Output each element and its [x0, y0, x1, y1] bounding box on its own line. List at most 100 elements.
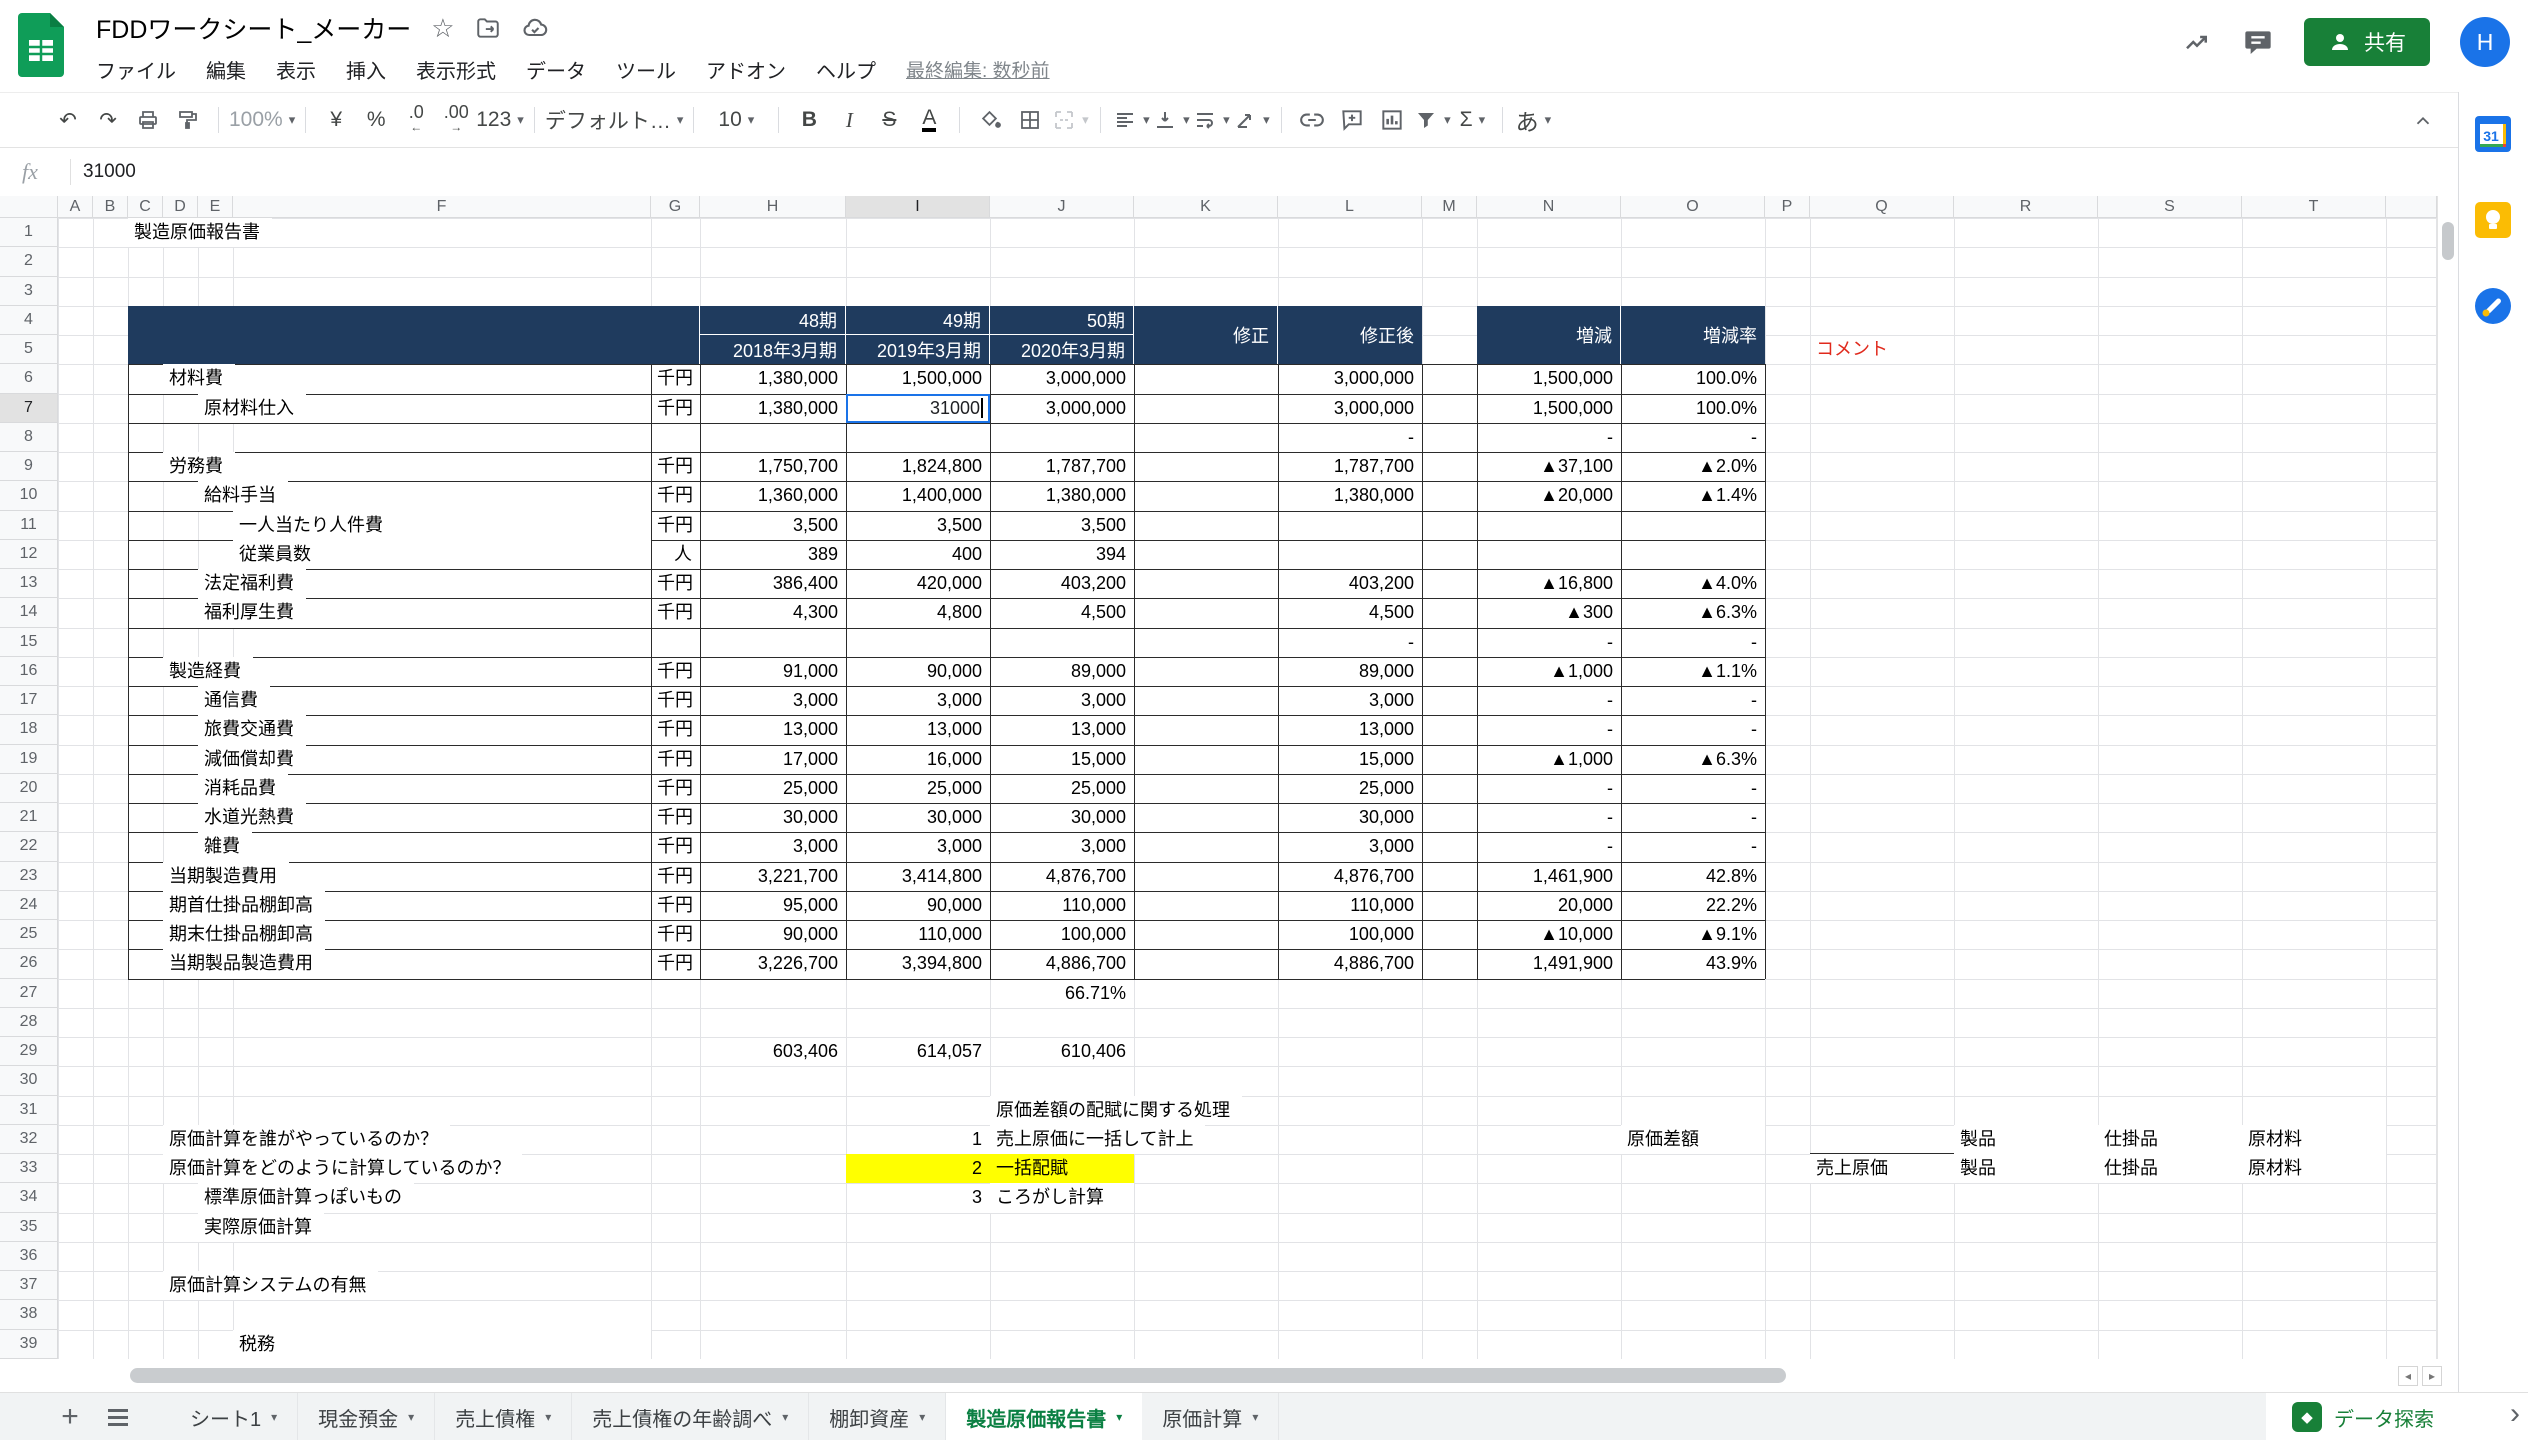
cell-O10[interactable]: ▲1.4%	[1621, 481, 1765, 510]
table-header-cell[interactable]: 2019年3月期	[846, 335, 990, 365]
cell-I17[interactable]: 3,000	[846, 686, 990, 715]
cell-J6[interactable]: 3,000,000	[990, 364, 1134, 393]
table-header-cell[interactable]	[128, 305, 700, 365]
cell-D33[interactable]: 原価計算をどのように計算しているのか？	[163, 1154, 523, 1184]
cell-I33[interactable]: 2	[846, 1154, 990, 1184]
row-header-21[interactable]: 21	[0, 803, 58, 833]
row-header-3[interactable]: 3	[0, 276, 58, 306]
text-wrap-button[interactable]: ▾	[1191, 100, 1231, 140]
cell-E7[interactable]: 原材料仕入	[198, 393, 306, 423]
column-header-J[interactable]: J	[990, 196, 1134, 218]
cell-N25[interactable]: ▲10,000	[1477, 920, 1621, 949]
active-cell-editor[interactable]: 31000	[846, 393, 990, 423]
cell-H13[interactable]: 386,400	[700, 569, 846, 598]
cell-Q5[interactable]: コメント	[1810, 335, 1954, 364]
row-header-13[interactable]: 13	[0, 569, 58, 599]
cell-F39[interactable]: 税務	[233, 1329, 651, 1359]
cell-I18[interactable]: 13,000	[846, 715, 990, 744]
column-header-C[interactable]: C	[128, 196, 163, 218]
row-header-29[interactable]: 29	[0, 1037, 58, 1067]
cell-N18[interactable]: -	[1477, 715, 1621, 744]
cell-N10[interactable]: ▲20,000	[1477, 481, 1621, 510]
cell-L25[interactable]: 100,000	[1278, 920, 1422, 949]
increase-decimal-button[interactable]: .00 →	[436, 100, 476, 140]
row-header-28[interactable]: 28	[0, 1007, 58, 1037]
column-header-B[interactable]: B	[93, 196, 128, 218]
column-header-O[interactable]: O	[1621, 196, 1765, 218]
cell-J9[interactable]: 1,787,700	[990, 452, 1134, 481]
cell-J7[interactable]: 3,000,000	[990, 394, 1134, 423]
explore-button[interactable]: ◆ データ探索	[2292, 1402, 2434, 1432]
cell-H25[interactable]: 90,000	[700, 920, 846, 949]
undo-button[interactable]: ↶	[48, 100, 88, 140]
row-header-10[interactable]: 10	[0, 481, 58, 511]
cell-G19[interactable]: 千円	[651, 745, 700, 774]
cell-O24[interactable]: 22.2%	[1621, 891, 1765, 920]
row-header-15[interactable]: 15	[0, 627, 58, 657]
sheet-tab-menu-icon[interactable]: ▾	[782, 1410, 788, 1424]
row-header-16[interactable]: 16	[0, 656, 58, 686]
print-button[interactable]	[128, 100, 168, 140]
table-header-cell[interactable]: 増減率	[1621, 305, 1765, 365]
keep-icon[interactable]	[2475, 202, 2511, 238]
cell-G14[interactable]: 千円	[651, 598, 700, 627]
insights-icon[interactable]	[2182, 27, 2212, 57]
cell-O8[interactable]: -	[1621, 423, 1765, 452]
cell-N23[interactable]: 1,461,900	[1477, 862, 1621, 891]
menu-item-7[interactable]: アドオン	[706, 55, 786, 84]
vertical-align-button[interactable]: ▾	[1151, 100, 1191, 140]
cell-N16[interactable]: ▲1,000	[1477, 657, 1621, 686]
sheet-tab-0[interactable]: シート1 ▾	[170, 1393, 299, 1440]
cell-J18[interactable]: 13,000	[990, 715, 1134, 744]
cell-J24[interactable]: 110,000	[990, 891, 1134, 920]
cell-G10[interactable]: 千円	[651, 481, 700, 510]
cell-I32[interactable]: 1	[846, 1125, 990, 1154]
cell-Q33[interactable]: 売上原価	[1810, 1154, 1954, 1184]
cell-L9[interactable]: 1,787,700	[1278, 452, 1422, 481]
cell-D23[interactable]: 当期製造費用	[163, 861, 289, 891]
functions-button[interactable]: Σ ▾	[1452, 100, 1492, 140]
share-button[interactable]: 共有	[2304, 18, 2430, 66]
cell-L10[interactable]: 1,380,000	[1278, 481, 1422, 510]
menu-item-0[interactable]: ファイル	[96, 55, 176, 84]
cell-J17[interactable]: 3,000	[990, 686, 1134, 715]
cell-O25[interactable]: ▲9.1%	[1621, 920, 1765, 949]
column-header-G[interactable]: G	[651, 196, 700, 218]
cell-N21[interactable]: -	[1477, 803, 1621, 832]
cell-I34[interactable]: 3	[846, 1183, 990, 1212]
cell-E19[interactable]: 減価償却費	[198, 744, 306, 774]
table-header-cell[interactable]: 増減	[1477, 305, 1621, 365]
collapse-toolbar-icon[interactable]	[2406, 104, 2440, 138]
row-header-20[interactable]: 20	[0, 773, 58, 803]
cell-O23[interactable]: 42.8%	[1621, 862, 1765, 891]
add-sheet-button[interactable]: +	[46, 1393, 94, 1440]
table-header-cell[interactable]: 修正	[1134, 305, 1278, 365]
cell-D9[interactable]: 労務費	[163, 452, 235, 482]
cell-H12[interactable]: 389	[700, 540, 846, 569]
sheet-tab-menu-icon[interactable]: ▾	[919, 1410, 925, 1424]
cell-H16[interactable]: 91,000	[700, 657, 846, 686]
menu-item-8[interactable]: ヘルプ	[816, 55, 876, 84]
row-header-12[interactable]: 12	[0, 539, 58, 569]
cell-I14[interactable]: 4,800	[846, 598, 990, 627]
cell-N22[interactable]: -	[1477, 832, 1621, 861]
cell-J12[interactable]: 394	[990, 540, 1134, 569]
cell-J31[interactable]: 原価差額の配賦に関する処理	[990, 1095, 1242, 1125]
scroll-right-arrow[interactable]: ▸	[2422, 1366, 2442, 1386]
cell-L7[interactable]: 3,000,000	[1278, 394, 1422, 423]
calendar-icon[interactable]: 31	[2475, 116, 2511, 152]
cell-L26[interactable]: 4,886,700	[1278, 949, 1422, 978]
sheet-tab-6[interactable]: 原価計算 ▾	[1142, 1393, 1280, 1440]
spreadsheet-grid[interactable]: 48期 49期 50期 2018年3月期 2019年3月期 2020年3月期 修正 修正後 増減…	[0, 196, 2437, 1359]
cell-D37[interactable]: 原価計算システムの有無	[163, 1271, 379, 1301]
cell-L18[interactable]: 13,000	[1278, 715, 1422, 744]
row-header-34[interactable]: 34	[0, 1183, 58, 1213]
row-header-19[interactable]: 19	[0, 744, 58, 774]
cell-G6[interactable]: 千円	[651, 364, 700, 393]
row-header-25[interactable]: 25	[0, 920, 58, 950]
cell-O14[interactable]: ▲6.3%	[1621, 598, 1765, 627]
cell-I24[interactable]: 90,000	[846, 891, 990, 920]
menu-item-1[interactable]: 編集	[206, 55, 246, 84]
cell-N8[interactable]: -	[1477, 423, 1621, 452]
cell-R33[interactable]: 製品	[1954, 1154, 2098, 1184]
